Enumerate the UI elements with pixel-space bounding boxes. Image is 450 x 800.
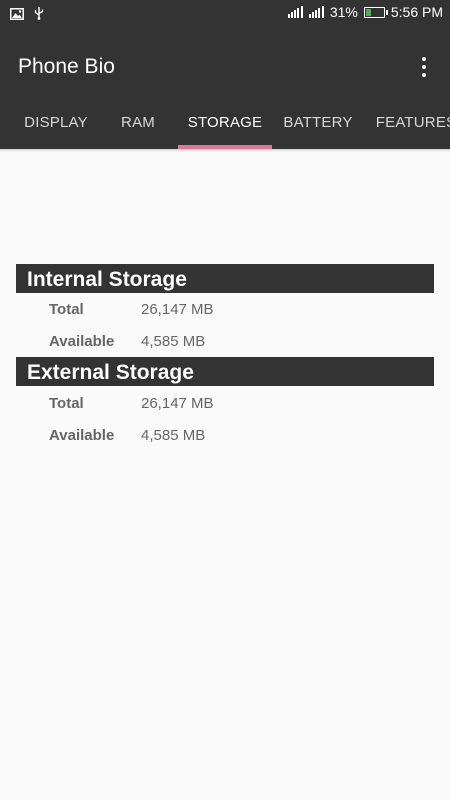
internal-total-label: Total [49, 301, 84, 318]
external-total-value: 26,147 MB [141, 395, 214, 412]
signal-icon [287, 6, 303, 18]
battery-percent: 31% [329, 4, 358, 20]
status-bar: 31% 5:56 PM [0, 0, 450, 28]
internal-total-value: 26,147 MB [141, 301, 214, 318]
status-bar-system: 31% 5:56 PM [287, 4, 443, 20]
tab-storage[interactable]: STORAGE [178, 104, 272, 149]
signal-icon-sim2 [308, 6, 324, 18]
internal-storage-header: Internal Storage [16, 264, 434, 293]
tab-battery[interactable]: BATTERY [276, 104, 360, 149]
app-title: Phone Bio [18, 55, 115, 78]
tab-bar: DISPLAY RAM STORAGE BATTERY FEATURES [0, 104, 450, 149]
tab-features[interactable]: FEATURES [366, 104, 450, 149]
tab-ram[interactable]: RAM [102, 104, 174, 149]
battery-level [365, 8, 371, 16]
external-storage-header: External Storage [16, 357, 434, 386]
status-bar-notifications [10, 6, 44, 25]
battery-icon [363, 6, 388, 18]
image-icon [10, 7, 24, 25]
external-available-value: 4,585 MB [141, 427, 206, 444]
overflow-menu-icon[interactable] [412, 54, 436, 80]
external-total-label: Total [49, 395, 84, 412]
clock: 5:56 PM [390, 4, 443, 20]
external-available-label: Available [49, 427, 115, 444]
internal-available-value: 4,585 MB [141, 333, 206, 350]
usb-icon [34, 6, 44, 25]
tab-bar-shadow [0, 149, 450, 152]
app-bar: Phone Bio [0, 28, 450, 104]
tab-display[interactable]: DISPLAY [10, 104, 102, 149]
internal-available-label: Available [49, 333, 115, 350]
